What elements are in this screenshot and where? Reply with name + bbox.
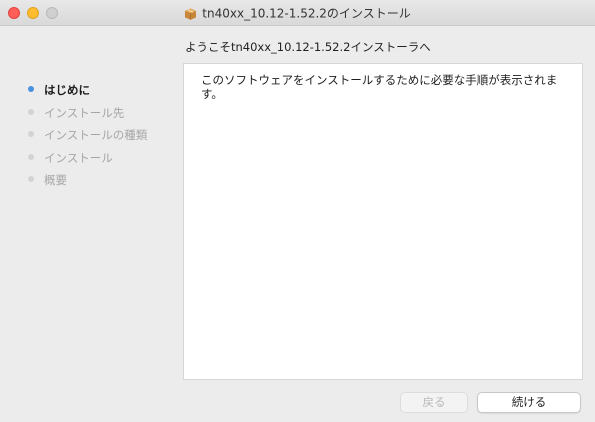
- step-label: 概要: [44, 173, 67, 188]
- step-label: インストールの種類: [44, 128, 148, 143]
- step-label: インストール: [44, 150, 113, 165]
- continue-button[interactable]: 続ける: [477, 392, 581, 413]
- step-installation: インストール: [28, 148, 178, 171]
- step-destination: インストール先: [28, 103, 178, 126]
- installer-subtitle: ようこそtn40xx_10.12-1.52.2インストーラへ: [185, 40, 431, 54]
- back-button[interactable]: 戻る: [400, 392, 468, 413]
- window-title-text: tn40xx_10.12-1.52.2のインストール: [202, 6, 411, 21]
- installer-steps-sidebar: はじめに インストール先 インストールの種類 インストール 概要: [28, 80, 178, 193]
- step-indicator-dot: [28, 131, 34, 138]
- package-box-icon: [185, 8, 197, 20]
- step-introduction: はじめに: [28, 80, 178, 103]
- step-label: はじめに: [44, 83, 90, 97]
- step-indicator-dot: [28, 86, 34, 92]
- window-title: tn40xx_10.12-1.52.2のインストール: [0, 5, 595, 22]
- step-summary: 概要: [28, 170, 178, 193]
- step-label: インストール先: [44, 105, 125, 120]
- step-indicator-dot: [28, 153, 34, 160]
- step-indicator-dot: [28, 176, 34, 183]
- content-pane[interactable]: このソフトウェアをインストールするために必要な手順が表示されます。: [183, 63, 583, 380]
- step-indicator-dot: [28, 108, 34, 115]
- step-installation-type: インストールの種類: [28, 125, 178, 148]
- content-body-text: このソフトウェアをインストールするために必要な手順が表示されます。: [201, 73, 558, 101]
- title-bar[interactable]: tn40xx_10.12-1.52.2のインストール: [0, 0, 595, 26]
